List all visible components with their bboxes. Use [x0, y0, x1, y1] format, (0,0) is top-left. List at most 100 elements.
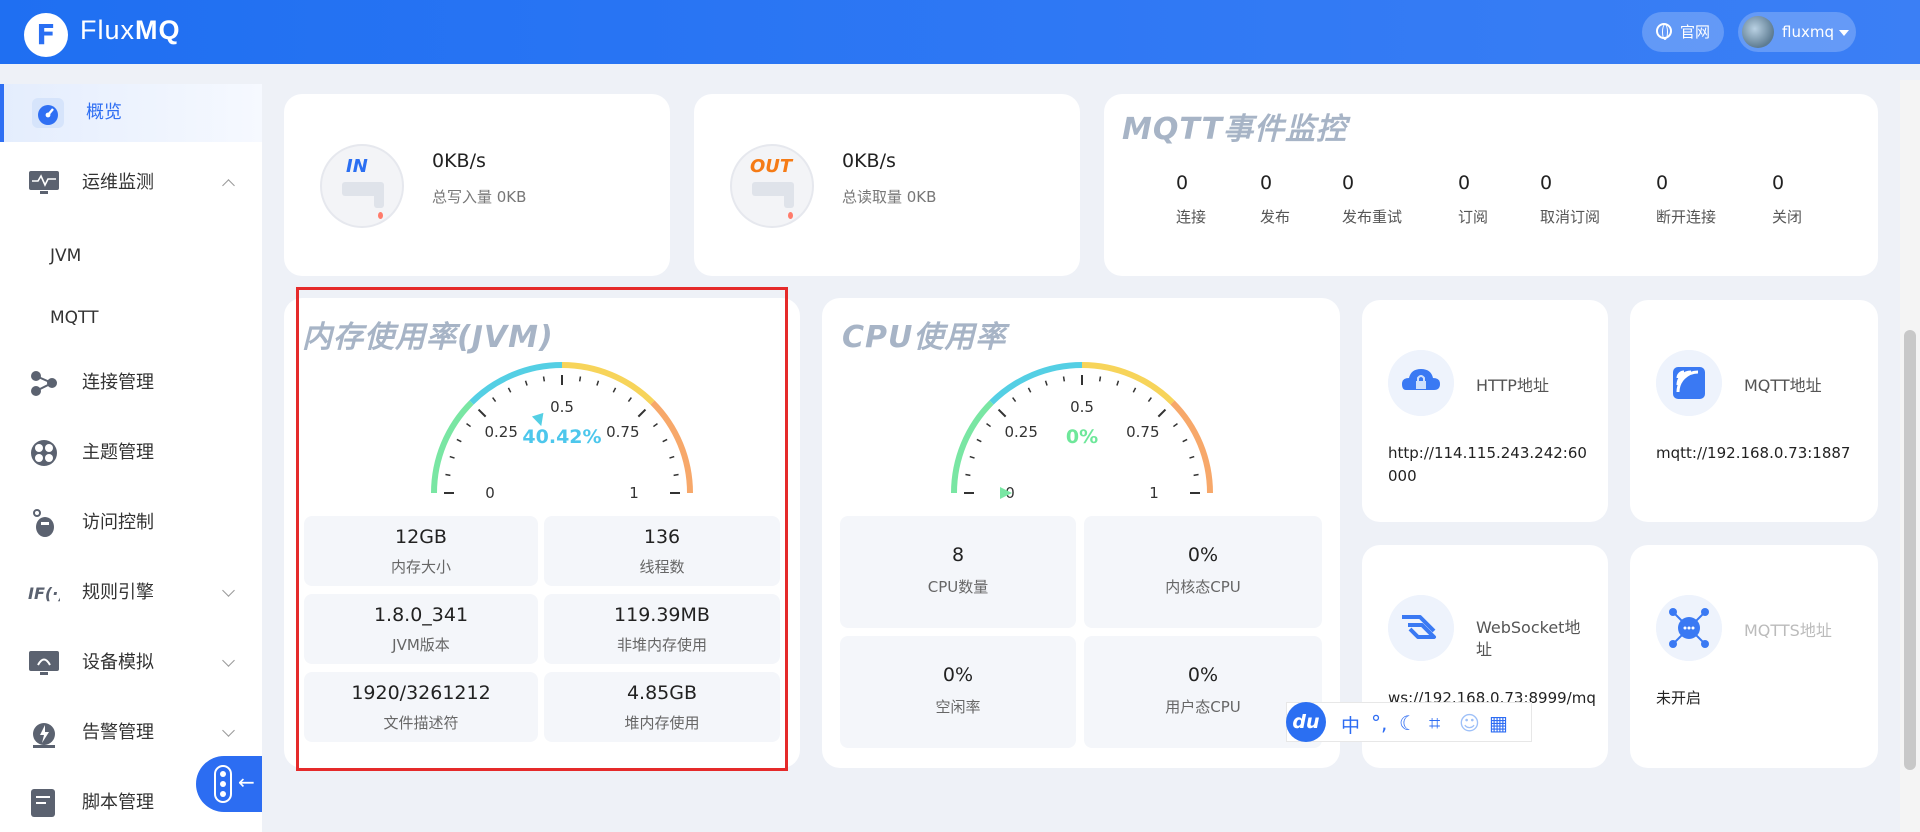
http-address-card: HTTP地址 http://114.115.243.242:60000	[1362, 300, 1608, 522]
cpu-gauge-arc-1	[989, 362, 1083, 405]
stat-cpu-count: 8 CPU数量	[840, 516, 1076, 628]
cpu-gauge-tick	[986, 423, 992, 428]
mqtt-address-title: MQTT地址	[1744, 376, 1822, 395]
cpu-gauge-tick	[969, 455, 975, 459]
sidebar-item-connections[interactable]: 连接管理	[0, 354, 262, 412]
cpu-gauge-tick	[1157, 408, 1167, 418]
websocket-address-title: WebSocket地址	[1476, 618, 1581, 659]
page-scrollbar[interactable]	[1900, 80, 1920, 832]
cpu-gauge-tick	[1044, 380, 1048, 386]
user-menu-button[interactable]: fluxmq	[1738, 12, 1856, 52]
mqtt-address-card: MQTT地址 mqtt://192.168.0.73:1887	[1630, 300, 1878, 522]
read-throughput-card: OUT 0KB/s 总读取量 0KB	[694, 94, 1080, 276]
cpu-gauge-arc-2	[1081, 362, 1175, 405]
event-disconnect: 0 断开连接	[1656, 172, 1717, 226]
cpu-gauge-tick	[1182, 438, 1188, 443]
cpu-gauge-tick-label: 0.75	[1126, 423, 1159, 441]
total-write-label: 总写入量 0KB	[432, 188, 527, 206]
rule-engine-icon: IF(·)	[28, 584, 60, 603]
baidu-ime-logo-icon[interactable]: du	[1286, 702, 1326, 742]
http-address-title: HTTP地址	[1476, 376, 1549, 395]
sidebar-item-access-control[interactable]: 访问控制	[0, 494, 262, 552]
total-read-label: 总读取量 0KB	[842, 188, 937, 206]
mqtt-address-value[interactable]: mqtt://192.168.0.73:1887	[1656, 442, 1866, 465]
sidebar-item-device-sim[interactable]: 设备模拟	[0, 634, 262, 692]
mqtt-events-card: MQTT事件监控 0 连接 0 发布 0 发布重试 0 订阅 0 取消订阅 0 断开连接 0…	[1104, 94, 1878, 276]
monitor-icon	[29, 171, 59, 194]
cpu-gauge-arc-3	[1170, 400, 1213, 494]
official-site-button[interactable]: 官网	[1642, 12, 1724, 52]
globe-icon	[1656, 23, 1672, 40]
cpu-gauge-tick-label: 1	[1149, 484, 1159, 502]
in-flow-icon: IN	[320, 144, 404, 228]
chevron-down-icon[interactable]	[222, 724, 235, 737]
event-publish: 0 发布	[1260, 172, 1291, 226]
mqtts-address-card: MQTTS地址 未开启	[1630, 545, 1878, 768]
sidebar-item-overview[interactable]: 概览	[0, 84, 262, 142]
avatar	[1742, 16, 1774, 48]
device-sim-icon	[29, 651, 59, 675]
top-header: F FluxMQ 官网 fluxmq	[0, 0, 1920, 64]
mqtts-address-title: MQTTS地址	[1744, 621, 1832, 640]
event-publish-retry: 0 发布重试	[1342, 172, 1403, 226]
network-icon	[1656, 595, 1722, 661]
moon-icon[interactable]: ☾	[1399, 711, 1417, 735]
cpu-gauge-value-label: 0%	[1066, 426, 1098, 448]
cpu-gauge-tick	[1132, 387, 1137, 393]
cpu-gauge-tick	[1012, 397, 1017, 403]
out-flow-icon: OUT	[730, 144, 814, 228]
grid-menu-icon[interactable]: ▦	[1489, 711, 1508, 735]
svg-text:IF(·): IF(·)	[28, 584, 60, 603]
access-control-icon	[33, 509, 54, 537]
cpu-usage-card: CPU使用率 00.250.50.7510% 8CPU数量 0%内核态CPU 0…	[822, 298, 1340, 768]
cpu-gauge-tick	[1098, 376, 1102, 382]
cpu-gauge-tick-label: 0.25	[1004, 423, 1037, 441]
cpu-gauge-tick	[1172, 423, 1178, 428]
sidebar-item-ops-monitor[interactable]: 运维监测	[0, 154, 262, 212]
scrollbar-thumb[interactable]	[1904, 330, 1916, 770]
cpu-gauge-tick	[1116, 380, 1120, 386]
stat-idle-rate: 0% 空闲率	[840, 636, 1076, 748]
crop-icon[interactable]: ⌗	[1429, 711, 1440, 735]
write-rate-value: 0KB/s	[432, 150, 486, 172]
http-address-value[interactable]: http://114.115.243.242:60000	[1388, 442, 1588, 488]
cpu-gauge-tick	[1189, 455, 1195, 459]
collapse-toggle-button[interactable]: ←	[196, 756, 262, 812]
mqtts-address-value: 未开启	[1656, 689, 1702, 707]
cpu-usage-gauge: 00.250.50.7510%	[951, 362, 1213, 502]
punctuation-icon[interactable]: °,	[1371, 711, 1387, 735]
caret-down-icon	[1839, 30, 1849, 36]
event-close: 0 关闭	[1772, 172, 1803, 226]
fluxmq-logo-icon[interactable]: F	[24, 13, 68, 57]
stat-kernel-cpu: 0% 内核态CPU	[1084, 516, 1322, 628]
ime-toolbar: du 中 °, ☾ ⌗ ☺ ▦	[1286, 702, 1532, 742]
write-throughput-card: IN 0KB/s 总写入量 0KB	[284, 94, 670, 276]
cloud-lock-icon	[1388, 350, 1454, 416]
sidebar-subitem-jvm[interactable]: JVM	[50, 246, 81, 266]
cpu-gauge-arc-0	[951, 400, 994, 494]
cpu-gauge-tick-label: 0.5	[1070, 398, 1094, 416]
event-unsubscribe: 0 取消订阅	[1540, 172, 1601, 226]
chevron-down-icon[interactable]	[222, 654, 235, 667]
cpu-gauge-tick	[976, 438, 982, 443]
read-rate-value: 0KB/s	[842, 150, 896, 172]
cpu-gauge-tick	[997, 408, 1007, 418]
sidebar-item-rule-engine[interactable]: IF(·) 规则引擎	[0, 564, 262, 622]
ime-chinese-mode[interactable]: 中	[1341, 711, 1360, 738]
sidebar: 概览 运维监测 JVM MQTT 连接管理 主题管理 访问控制 IF(·) 规则…	[0, 84, 262, 832]
chevron-up-icon[interactable]	[222, 179, 235, 192]
script-icon	[31, 789, 55, 817]
signal-icon	[1656, 350, 1722, 416]
cpu-gauge-tick	[1147, 397, 1152, 403]
chevron-down-icon[interactable]	[222, 584, 235, 597]
sidebar-subitem-mqtt[interactable]: MQTT	[50, 308, 99, 328]
sidebar-item-topics[interactable]: 主题管理	[0, 424, 262, 482]
event-connect: 0 连接	[1176, 172, 1207, 226]
user-icon[interactable]: ☺	[1459, 711, 1480, 735]
app-name: FluxMQ	[80, 15, 181, 45]
dashboard-icon	[32, 98, 64, 128]
topic-icon	[31, 440, 57, 466]
sidebar-item-alarm[interactable]: 告警管理	[0, 704, 262, 762]
cpu-gauge-tick	[965, 473, 971, 477]
cpu-gauge-tick	[1062, 376, 1066, 382]
